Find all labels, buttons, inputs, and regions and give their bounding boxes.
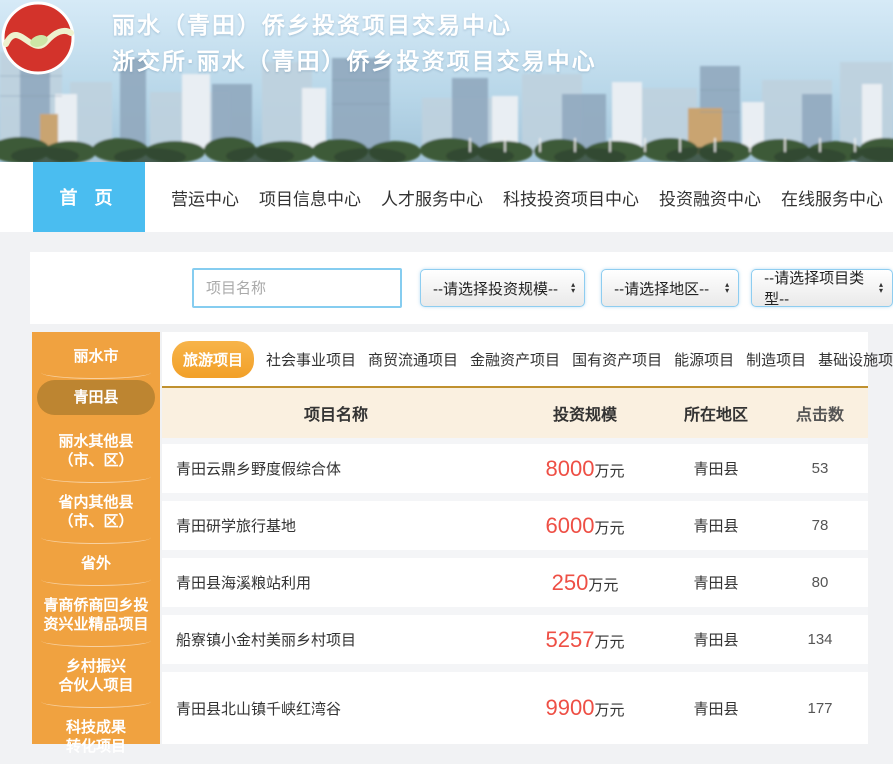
updown-arrows-icon: ▴▾ bbox=[725, 282, 729, 294]
project-type-select-value: --请选择项目类型-- bbox=[764, 267, 873, 309]
amount-number: 250 bbox=[552, 570, 589, 595]
tab-financial-assets[interactable]: 金融资产项目 bbox=[470, 349, 560, 370]
nav-item-operations[interactable]: 营运中心 bbox=[171, 185, 239, 210]
project-type-select[interactable]: --请选择项目类型-- ▴▾ bbox=[751, 269, 893, 307]
sidebar-item-qingtian-county[interactable]: 青田县 bbox=[37, 380, 155, 415]
main-nav: 首 页 营运中心 项目信息中心 人才服务中心 科技投资项目中心 投资融资中心 在… bbox=[0, 162, 893, 232]
nav-item-online-service[interactable]: 在线服务中心 bbox=[781, 185, 883, 210]
investment-amount: 8000万元 bbox=[510, 456, 660, 482]
nav-item-project-info[interactable]: 项目信息中心 bbox=[259, 185, 361, 210]
updown-arrows-icon: ▴▾ bbox=[571, 282, 575, 294]
amount-unit: 万元 bbox=[594, 463, 624, 480]
investment-scale-select[interactable]: --请选择投资规模-- ▴▾ bbox=[420, 269, 585, 307]
project-region: 青田县 bbox=[660, 572, 772, 593]
investment-scale-select-value: --请选择投资规模-- bbox=[433, 278, 558, 299]
table-row[interactable]: 船寮镇小金村美丽乡村项目 5257万元 青田县 134 bbox=[162, 615, 868, 664]
amount-unit: 万元 bbox=[594, 634, 624, 651]
table-row[interactable]: 青田县北山镇千峡红湾谷 9900万元 青田县 177 bbox=[162, 672, 868, 744]
amount-number: 9900 bbox=[546, 695, 595, 720]
tab-infrastructure[interactable]: 基础设施项目 bbox=[818, 349, 893, 370]
click-count: 177 bbox=[772, 700, 868, 717]
sidebar-item-province-other[interactable]: 省内其他县 （市、区） bbox=[32, 482, 160, 543]
project-name-link[interactable]: 青田云鼎乡野度假综合体 bbox=[162, 458, 510, 479]
header-region: 所在地区 bbox=[660, 401, 772, 425]
main-region: 丽水市 青田县 丽水其他县 （市、区） 省内其他县 （市、区） 省外 青商侨商回… bbox=[32, 332, 893, 744]
project-name-link[interactable]: 青田县北山镇千峡红湾谷 bbox=[162, 698, 510, 719]
table-row[interactable]: 青田云鼎乡野度假综合体 8000万元 青田县 53 bbox=[162, 444, 868, 493]
click-count: 78 bbox=[772, 517, 868, 534]
click-count: 53 bbox=[772, 460, 868, 477]
project-list-panel: 旅游项目 社会事业项目 商贸流通项目 金融资产项目 国有资产项目 能源项目 制造… bbox=[162, 332, 868, 744]
tab-energy[interactable]: 能源项目 bbox=[674, 349, 734, 370]
project-region: 青田县 bbox=[660, 629, 772, 650]
header-banner: 丽水（青田）侨乡投资项目交易中心 浙交所·丽水（青田）侨乡投资项目交易中心 bbox=[0, 0, 893, 162]
table-row[interactable]: 青田研学旅行基地 6000万元 青田县 78 bbox=[162, 501, 868, 550]
table-header: 项目名称 投资规模 所在地区 点击数 bbox=[162, 388, 868, 438]
project-region: 青田县 bbox=[660, 515, 772, 536]
site-title: 丽水（青田）侨乡投资项目交易中心 浙交所·丽水（青田）侨乡投资项目交易中心 bbox=[112, 7, 597, 79]
sidebar-item-lishui-city[interactable]: 丽水市 bbox=[32, 336, 160, 378]
amount-number: 5257 bbox=[546, 627, 595, 652]
updown-arrows-icon: ▴▾ bbox=[879, 282, 883, 294]
amount-unit: 万元 bbox=[594, 702, 624, 719]
nav-item-tech-investment[interactable]: 科技投资项目中心 bbox=[503, 185, 639, 210]
table-row[interactable]: 青田县海溪粮站利用 250万元 青田县 80 bbox=[162, 558, 868, 607]
sidebar-item-lishui-other[interactable]: 丽水其他县 （市、区） bbox=[32, 421, 160, 482]
region-select-value: --请选择地区-- bbox=[614, 278, 709, 299]
investment-amount: 250万元 bbox=[510, 570, 660, 596]
table-body: 青田云鼎乡野度假综合体 8000万元 青田县 53 青田研学旅行基地 6000万… bbox=[162, 438, 868, 744]
project-name-link[interactable]: 青田研学旅行基地 bbox=[162, 515, 510, 536]
tab-commerce-circulation[interactable]: 商贸流通项目 bbox=[368, 349, 458, 370]
region-select[interactable]: --请选择地区-- ▴▾ bbox=[601, 269, 739, 307]
page: 丽水（青田）侨乡投资项目交易中心 浙交所·丽水（青田）侨乡投资项目交易中心 首 … bbox=[0, 0, 893, 764]
header-investment-scale: 投资规模 bbox=[510, 401, 660, 425]
sidebar-item-rural-partner[interactable]: 乡村振兴 合伙人项目 bbox=[32, 646, 160, 707]
project-name-link[interactable]: 船寮镇小金村美丽乡村项目 bbox=[162, 629, 510, 650]
header-project-name: 项目名称 bbox=[162, 401, 510, 425]
site-title-line2: 浙交所·丽水（青田）侨乡投资项目交易中心 bbox=[112, 43, 597, 79]
investment-amount: 5257万元 bbox=[510, 627, 660, 653]
nav-item-talent-service[interactable]: 人才服务中心 bbox=[381, 185, 483, 210]
amount-unit: 万元 bbox=[594, 520, 624, 537]
sidebar-item-overseas-merchants[interactable]: 青商侨商回乡投 资兴业精品项目 bbox=[32, 585, 160, 646]
sidebar-item-outside-province[interactable]: 省外 bbox=[32, 543, 160, 585]
project-region: 青田县 bbox=[660, 458, 772, 479]
tab-manufacturing[interactable]: 制造项目 bbox=[746, 349, 806, 370]
header-clicks: 点击数 bbox=[772, 401, 868, 425]
investment-amount: 9900万元 bbox=[510, 695, 660, 721]
tab-social-welfare[interactable]: 社会事业项目 bbox=[266, 349, 356, 370]
site-logo-icon[interactable] bbox=[0, 0, 76, 76]
click-count: 134 bbox=[772, 631, 868, 648]
nav-item-home[interactable]: 首 页 bbox=[33, 162, 145, 232]
amount-number: 8000 bbox=[546, 456, 595, 481]
project-name-input[interactable] bbox=[192, 268, 402, 308]
amount-unit: 万元 bbox=[588, 577, 618, 594]
site-title-line1: 丽水（青田）侨乡投资项目交易中心 bbox=[112, 7, 597, 43]
tab-state-assets[interactable]: 国有资产项目 bbox=[572, 349, 662, 370]
sidebar-item-tech-transfer[interactable]: 科技成果 转化项目 bbox=[32, 707, 160, 764]
category-tabs: 旅游项目 社会事业项目 商贸流通项目 金融资产项目 国有资产项目 能源项目 制造… bbox=[162, 332, 868, 388]
amount-number: 6000 bbox=[546, 513, 595, 538]
project-name-link[interactable]: 青田县海溪粮站利用 bbox=[162, 572, 510, 593]
search-panel: --请选择投资规模-- ▴▾ --请选择地区-- ▴▾ --请选择项目类型-- … bbox=[30, 252, 893, 324]
nav-items: 营运中心 项目信息中心 人才服务中心 科技投资项目中心 投资融资中心 在线服务中… bbox=[145, 162, 893, 232]
tab-tourism[interactable]: 旅游项目 bbox=[172, 341, 254, 378]
investment-amount: 6000万元 bbox=[510, 513, 660, 539]
project-region: 青田县 bbox=[660, 698, 772, 719]
region-sidebar: 丽水市 青田县 丽水其他县 （市、区） 省内其他县 （市、区） 省外 青商侨商回… bbox=[32, 332, 160, 744]
nav-item-financing[interactable]: 投资融资中心 bbox=[659, 185, 761, 210]
click-count: 80 bbox=[772, 574, 868, 591]
